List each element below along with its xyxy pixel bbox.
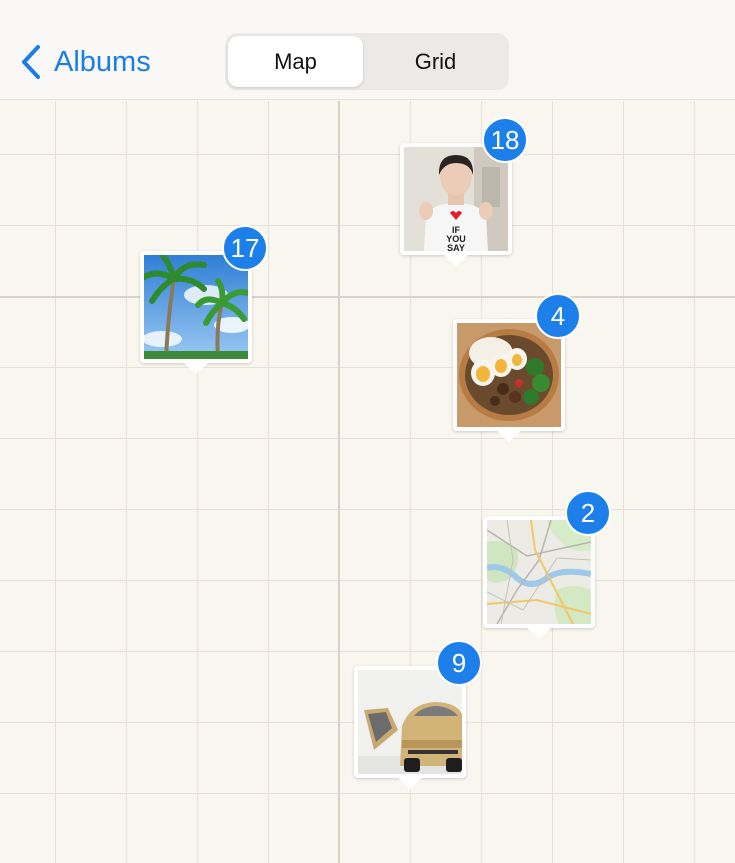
photo-count-badge: 9 bbox=[436, 640, 482, 686]
photo-count-badge: 2 bbox=[565, 490, 611, 536]
photo-count-badge: 17 bbox=[222, 225, 268, 271]
food-bento-photo bbox=[457, 323, 561, 427]
photo-pin-tail bbox=[525, 626, 553, 639]
segment-grid[interactable]: Grid bbox=[365, 36, 506, 87]
palm-trees-photo bbox=[144, 255, 248, 359]
photo-count-badge: 4 bbox=[535, 293, 581, 339]
map-gridline bbox=[0, 296, 735, 298]
car-photo bbox=[358, 670, 462, 774]
photo-pin-tail bbox=[442, 253, 470, 266]
map-thumbnail-photo bbox=[487, 520, 591, 624]
view-mode-segmented-control: Map Grid bbox=[225, 33, 509, 90]
back-button-label: Albums bbox=[54, 45, 151, 78]
person-photo: IF YOU SAY bbox=[404, 147, 508, 251]
chevron-left-icon bbox=[22, 45, 40, 79]
back-button[interactable]: Albums bbox=[20, 40, 151, 84]
map-gridline bbox=[338, 101, 340, 863]
photo-pin-tail bbox=[495, 429, 523, 442]
navigation-bar: Albums Map Grid bbox=[0, 0, 735, 100]
photo-count-badge: 18 bbox=[482, 117, 528, 163]
svg-text:SAY: SAY bbox=[447, 243, 465, 251]
photo-pin-tail bbox=[396, 776, 424, 789]
segment-map[interactable]: Map bbox=[228, 36, 363, 87]
photo-pin-tail bbox=[182, 361, 210, 374]
